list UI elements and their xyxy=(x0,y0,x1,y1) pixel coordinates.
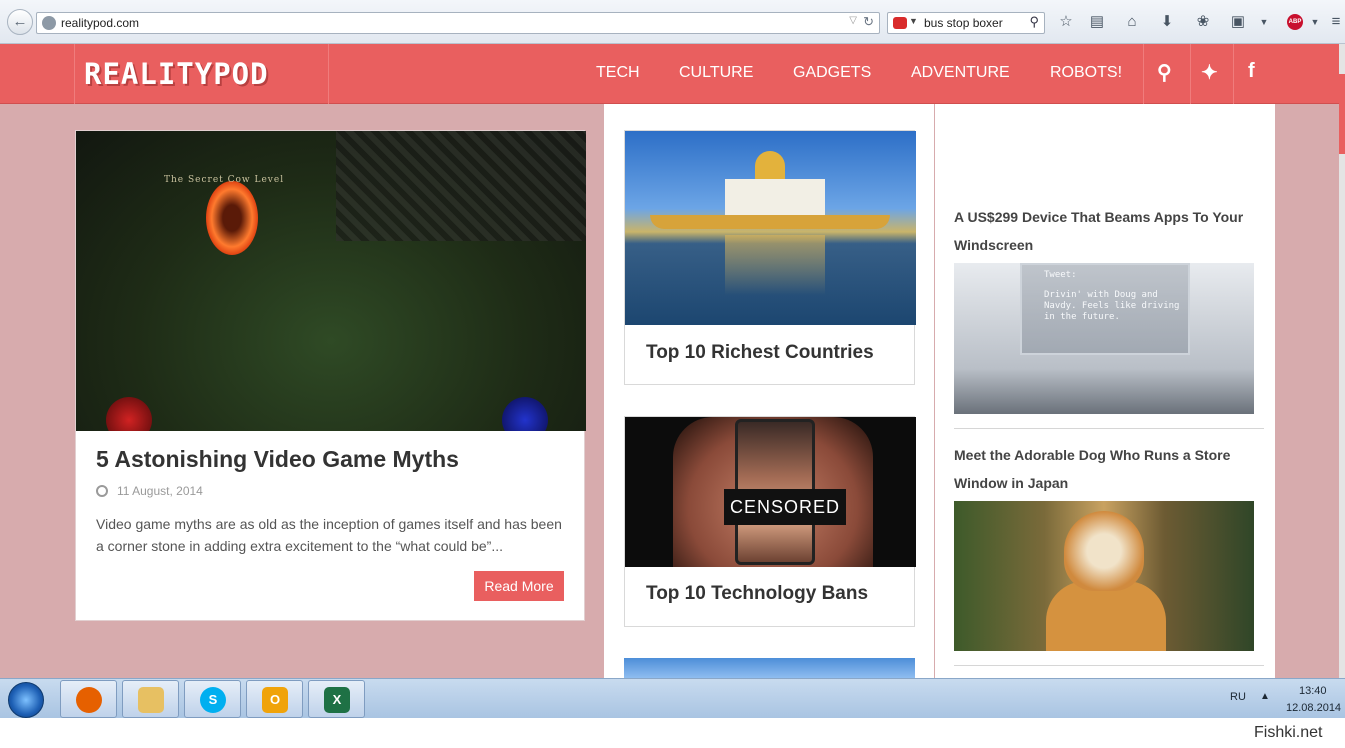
bookmark-star-icon[interactable]: ☆ xyxy=(1056,11,1076,33)
engine-dropdown-icon[interactable]: ▼ xyxy=(909,16,918,26)
reload-icon[interactable]: ↻ xyxy=(863,14,874,30)
search-input[interactable]: bus stop boxer xyxy=(924,16,1003,30)
nav-divider xyxy=(1190,44,1191,104)
facebook-icon[interactable]: f xyxy=(1248,60,1255,83)
sidebar-divider xyxy=(954,428,1264,429)
censored-label: CENSORED xyxy=(724,489,846,525)
rock-texture xyxy=(336,131,586,241)
feature-image[interactable]: The Secret Cow Level xyxy=(76,131,586,431)
download-icon[interactable]: ⬇ xyxy=(1157,11,1177,33)
tray-expand-icon[interactable]: ▲ xyxy=(1260,691,1270,702)
skype-icon: S xyxy=(200,687,226,713)
nav-gadgets[interactable]: GADGETS xyxy=(793,64,871,82)
read-more-button[interactable]: Read More xyxy=(474,571,564,601)
mosque-image[interactable] xyxy=(625,131,916,325)
royal-barge xyxy=(650,215,890,229)
site-header: REALITYPOD TECH CULTURE GADGETS ADVENTUR… xyxy=(0,44,1339,104)
tweet-line: Navdy. Feels like driving xyxy=(1044,301,1180,311)
firefox-icon xyxy=(76,687,102,713)
folder-icon xyxy=(138,687,164,713)
dog-body xyxy=(1046,581,1166,651)
taskbar-outlook[interactable]: O xyxy=(246,680,303,718)
web-page: REALITYPOD TECH CULTURE GADGETS ADVENTUR… xyxy=(0,44,1345,678)
navdy-device-image[interactable]: Tweet: Drivin' with Doug and Navdy. Feel… xyxy=(954,263,1254,414)
page-scrollbar[interactable] xyxy=(1339,44,1345,678)
shiba-dog-image[interactable] xyxy=(954,501,1254,651)
windows-start-icon[interactable] xyxy=(8,682,44,718)
feature-excerpt: Video game myths are as old as the incep… xyxy=(96,516,562,554)
windows-taskbar: S O X RU ▲ 13:40 12.08.2014 xyxy=(0,678,1345,718)
mosque-dome xyxy=(755,151,785,181)
feature-article-card: The Secret Cow Level 5 Astonishing Video… xyxy=(75,130,586,621)
logo-link[interactable]: REALITYPOD xyxy=(74,44,329,104)
home-icon[interactable]: ⌂ xyxy=(1122,11,1142,33)
card-title[interactable]: Top 10 Richest Countries xyxy=(646,342,874,364)
screenshot-root: ← realitypod.com ▽ ↻ ▼ bus stop boxer ⚲ … xyxy=(0,0,1345,748)
article-card[interactable]: Top 10 Richest Countries xyxy=(624,130,916,385)
health-orb xyxy=(106,397,152,431)
card-title[interactable]: Top 10 Technology Bans xyxy=(646,583,868,605)
nav-adventure[interactable]: ADVENTURE xyxy=(911,64,1010,82)
addon-dropdown-icon[interactable]: ▼ xyxy=(1254,11,1274,33)
url-bar[interactable]: realitypod.com ▽ ↻ xyxy=(36,12,880,34)
nav-tech[interactable]: TECH xyxy=(596,64,640,82)
feature-date: 11 August, 2014 xyxy=(117,484,203,498)
browser-toolbar: ← realitypod.com ▽ ↻ ▼ bus stop boxer ⚲ … xyxy=(0,0,1345,44)
addon-icon[interactable]: ❀ xyxy=(1193,11,1213,33)
clock-date[interactable]: 12.08.2014 xyxy=(1286,702,1341,714)
taskbar-excel[interactable]: X xyxy=(308,680,365,718)
censored-phone-image[interactable]: CENSORED xyxy=(625,417,916,567)
partial-card-image[interactable] xyxy=(624,658,915,678)
taskbar-skype[interactable]: S xyxy=(184,680,241,718)
bookmarks-list-icon[interactable]: ▤ xyxy=(1087,11,1107,33)
language-indicator[interactable]: RU xyxy=(1230,691,1246,703)
tweet-label: Tweet: xyxy=(1044,270,1077,280)
menu-icon[interactable]: ≡ xyxy=(1326,11,1345,33)
sidebar-article-title[interactable]: Meet the Adorable Dog Who Runs a Store W… xyxy=(954,441,1274,497)
dog-head xyxy=(1064,511,1144,591)
mana-orb xyxy=(502,397,548,431)
tweet-line: Drivin' with Doug and xyxy=(1044,290,1158,300)
outlook-icon: O xyxy=(262,687,288,713)
sidebar-article-title[interactable]: A US$299 Device That Beams Apps To Your … xyxy=(954,203,1274,259)
taskbar-explorer[interactable] xyxy=(122,680,179,718)
mosque-building xyxy=(725,179,825,219)
watermark: Fishki.net xyxy=(1254,724,1323,741)
game-level-label: The Secret Cow Level xyxy=(164,175,285,185)
clock-icon xyxy=(96,485,108,497)
nav-culture[interactable]: CULTURE xyxy=(679,64,753,82)
sidebar-divider xyxy=(954,665,1264,666)
back-arrow-icon[interactable]: ← xyxy=(7,9,33,35)
url-text[interactable]: realitypod.com xyxy=(61,16,139,30)
globe-icon xyxy=(42,16,56,30)
clock-time[interactable]: 13:40 xyxy=(1299,685,1327,697)
nav-robots[interactable]: ROBOTS! xyxy=(1050,64,1122,82)
taskbar-firefox[interactable] xyxy=(60,680,117,718)
article-card[interactable]: CENSORED Top 10 Technology Bans xyxy=(624,416,916,627)
search-icon[interactable]: ⚲ xyxy=(1029,14,1039,30)
pdf-addon-icon[interactable]: ▣ xyxy=(1228,11,1248,33)
search-bar[interactable]: ▼ bus stop boxer ⚲ xyxy=(887,12,1045,34)
adblock-dropdown-icon[interactable]: ▼ xyxy=(1305,11,1325,33)
youtube-icon[interactable] xyxy=(893,17,907,29)
feature-title[interactable]: 5 Astonishing Video Game Myths xyxy=(96,446,459,473)
nav-divider xyxy=(1143,44,1144,104)
site-logo[interactable]: REALITYPOD xyxy=(84,57,269,91)
nav-divider xyxy=(1233,44,1234,104)
water-reflection xyxy=(725,235,825,295)
twitter-icon[interactable]: ✦ xyxy=(1201,60,1218,85)
dropdown-arrow-icon[interactable]: ▽ xyxy=(849,15,857,26)
adblock-icon[interactable]: ABP xyxy=(1287,14,1303,30)
red-portal xyxy=(206,181,258,255)
scrollbar-thumb[interactable] xyxy=(1339,74,1345,154)
tweet-line: in the future. xyxy=(1044,312,1120,322)
excel-icon: X xyxy=(324,687,350,713)
search-icon[interactable]: ⚲ xyxy=(1157,60,1172,85)
